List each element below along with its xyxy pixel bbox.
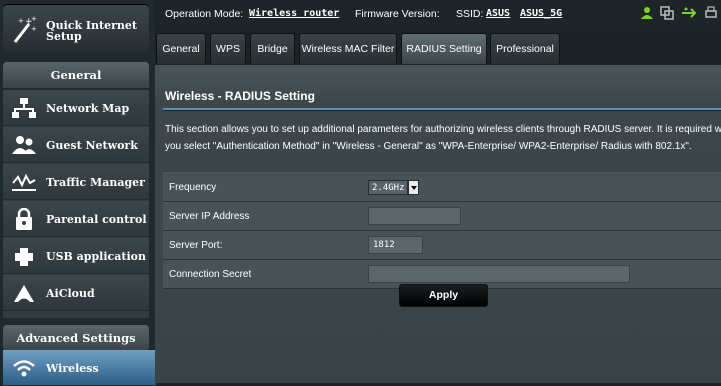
- sidebar-item-label: Network Map: [46, 102, 130, 115]
- usb-icon[interactable]: [681, 6, 697, 20]
- tab-wps[interactable]: WPS: [210, 33, 246, 64]
- tab-bar: General WPS Bridge Wireless MAC Filter R…: [155, 33, 721, 65]
- sidebar-item-label: Guest Network: [46, 139, 138, 152]
- connection-secret-input[interactable]: [368, 265, 630, 283]
- svg-text:+: +: [31, 25, 37, 33]
- sidebar-item-label: USB application: [46, 250, 146, 263]
- tab-professional[interactable]: Professional: [490, 33, 560, 64]
- usb-application-icon: [15, 248, 33, 266]
- printer-icon[interactable]: [704, 6, 718, 20]
- form-row-server-ip: Server IP Address: [163, 201, 721, 231]
- sidebar-item-parental-control[interactable]: Parental control: [3, 201, 149, 237]
- sidebar-item-traffic-manager[interactable]: Traffic Manager: [3, 164, 149, 200]
- user-icon[interactable]: [640, 6, 654, 20]
- aicloud-icon: [14, 285, 34, 302]
- svg-text:+: +: [31, 15, 37, 23]
- form-row-server-port: Server Port: 1812: [163, 230, 721, 260]
- ssid-24ghz-link[interactable]: ASUS: [486, 8, 510, 19]
- chevron-down-icon: [408, 179, 419, 195]
- ssid-5ghz-link[interactable]: ASUS_5G: [520, 8, 562, 19]
- server-ip-input[interactable]: [368, 207, 461, 225]
- firmware-version-label: Firmware Version:: [355, 8, 440, 20]
- description-line: This section allows you to set up additi…: [165, 124, 721, 135]
- sidebar-item-usb-application[interactable]: USB application: [3, 238, 149, 274]
- apply-button[interactable]: Apply: [399, 284, 488, 307]
- tab-bridge[interactable]: Bridge: [250, 33, 295, 64]
- sidebar-item-aicloud[interactable]: AiCloud: [3, 275, 149, 311]
- sidebar-item-network-map[interactable]: Network Map: [3, 90, 149, 126]
- description-line: you select "Authentication Method" in "W…: [165, 140, 692, 152]
- form-row-frequency: Frequency 2.4GHz: [163, 172, 721, 202]
- title-divider: [163, 108, 721, 111]
- svg-text:+: +: [18, 17, 24, 25]
- server-port-label: Server Port:: [163, 230, 368, 260]
- tab-radius-setting[interactable]: RADIUS Setting: [401, 33, 487, 64]
- parental-control-icon: [16, 208, 32, 230]
- sidebar-item-label: AiCloud: [46, 287, 95, 300]
- tab-general[interactable]: General: [156, 33, 206, 64]
- sidebar-item-label: Traffic Manager: [46, 176, 145, 189]
- wireless-icon: [13, 360, 35, 377]
- sidebar-item-label: Parental control: [46, 213, 147, 226]
- tab-wireless-mac-filter[interactable]: Wireless MAC Filter: [299, 33, 397, 64]
- general-section-header: General: [3, 62, 149, 88]
- operation-mode-link[interactable]: Wireless router: [249, 8, 339, 19]
- sidebar-item-wireless[interactable]: Wireless: [3, 350, 164, 386]
- frequency-select[interactable]: 2.4GHz: [368, 179, 419, 195]
- connection-secret-label: Connection Secret: [163, 259, 368, 289]
- quick-internet-setup-button[interactable]: + + + + Quick Internet Setup: [3, 4, 149, 52]
- main-panel: Wireless - RADIUS Setting This section a…: [155, 65, 721, 383]
- frequency-select-value: 2.4GHz: [368, 179, 408, 195]
- server-ip-label: Server IP Address: [163, 201, 368, 231]
- network-map-icon: [12, 98, 36, 118]
- status-bar: Operation Mode: Wireless router Firmware…: [155, 0, 721, 30]
- ssid-label: SSID:: [456, 8, 484, 20]
- page-description: This section allows you to set up additi…: [165, 122, 721, 155]
- server-port-input[interactable]: 1812: [368, 236, 423, 254]
- advanced-settings-header: Advanced Settings: [3, 325, 149, 351]
- sidebar-item-guest-network[interactable]: Guest Network: [3, 127, 149, 163]
- sidebar-item-label: Wireless: [46, 362, 99, 375]
- radius-settings-form: Frequency 2.4GHz Server IP Address Serve…: [163, 172, 721, 289]
- copy-icon[interactable]: [660, 6, 674, 20]
- traffic-manager-icon: [12, 173, 36, 191]
- frequency-label: Frequency: [163, 172, 368, 202]
- quick-internet-setup-label: Quick Internet Setup: [46, 19, 138, 43]
- guest-network-icon: [12, 136, 36, 154]
- page-title: Wireless - RADIUS Setting: [165, 89, 315, 103]
- magic-wand-icon: + + + +: [13, 15, 37, 43]
- sidebar: + + + + Quick Internet Setup General Net…: [0, 0, 164, 386]
- operation-mode-label: Operation Mode:: [165, 8, 244, 20]
